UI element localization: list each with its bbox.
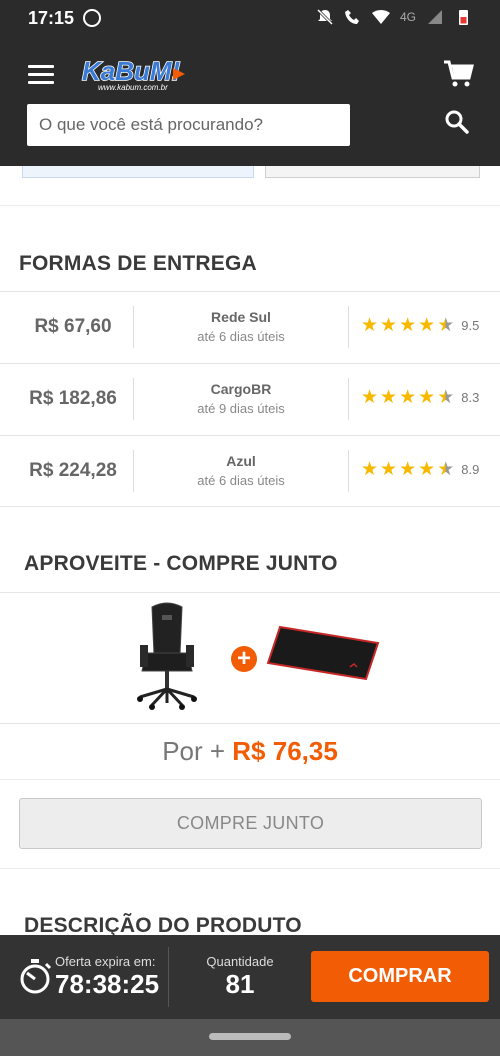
signal-icon	[428, 10, 442, 24]
rating-stars: ★ ★ ★ ★ ★ 8.9	[361, 460, 479, 479]
home-gesture-pill[interactable]	[209, 1033, 291, 1040]
system-nav-bar	[0, 1019, 500, 1056]
half-star-icon: ★	[437, 315, 455, 336]
half-star-icon: ★	[437, 387, 455, 408]
delivery-option[interactable]: R$ 182,86 CargoBR até 9 dias úteis ★ ★ ★ ★ ★…	[0, 363, 500, 435]
status-icons: 4G	[316, 8, 472, 26]
combo-title: APROVEITE - COMPRE JUNTO	[24, 552, 338, 575]
mousepad-image[interactable]	[266, 623, 381, 683]
previous-section-remnant	[0, 166, 500, 206]
previous-button-remnant[interactable]	[22, 166, 254, 178]
timer-value: 78:38:25	[55, 969, 160, 999]
star-icon: ★	[380, 459, 398, 480]
star-icon: ★	[399, 459, 417, 480]
half-star-icon: ★	[437, 459, 455, 480]
rating-stars: ★ ★ ★ ★ ★ 9.5	[361, 316, 479, 335]
delivery-days: até 6 dias úteis	[197, 473, 285, 488]
buy-button[interactable]: COMPRAR	[311, 951, 489, 1002]
star-icon: ★	[418, 387, 436, 408]
battery-icon	[459, 10, 468, 25]
combo-price-value: R$ 76,35	[232, 736, 338, 766]
star-icon: ★	[399, 315, 417, 336]
delivery-title: FORMAS DE ENTREGA	[19, 252, 257, 275]
svg-text:www.kabum.com.br: www.kabum.com.br	[98, 83, 168, 92]
search-icon[interactable]	[444, 109, 470, 135]
bell-off-icon	[316, 8, 334, 26]
search-input[interactable]: O que você está procurando?	[27, 104, 350, 146]
delivery-price: R$ 182,86	[29, 388, 117, 409]
previous-button-remnant-2[interactable]	[265, 166, 480, 178]
call-icon	[344, 10, 359, 24]
quantity-value: 81	[225, 969, 255, 999]
delivery-option[interactable]: R$ 67,60 Rede Sul até 6 dias úteis ★ ★ ★ ★ ★…	[0, 291, 500, 363]
star-icon: ★	[361, 459, 379, 480]
status-bar: 17:15 4G	[0, 0, 500, 38]
star-icon: ★	[418, 315, 436, 336]
plus-icon: +	[231, 646, 257, 672]
gaming-chair-image[interactable]	[132, 601, 202, 711]
network-label: 4G	[399, 10, 416, 24]
whatsapp-icon	[83, 9, 101, 27]
rating-score: 8.9	[461, 462, 480, 477]
delivery-carrier: CargoBR	[210, 381, 272, 397]
status-time: 17:15	[28, 8, 75, 28]
svg-text:KaBuM!: KaBuM!	[82, 56, 181, 86]
delivery-price: R$ 67,60	[34, 316, 112, 337]
rating-score: 9.5	[461, 318, 480, 333]
star-icon: ★	[361, 315, 379, 336]
rating-score: 8.3	[461, 390, 480, 405]
buy-together-button[interactable]: COMPRE JUNTO	[19, 798, 482, 849]
delivery-options: R$ 67,60 Rede Sul até 6 dias úteis ★ ★ ★ ★ ★…	[0, 291, 500, 507]
divider	[0, 868, 500, 869]
star-icon: ★	[399, 387, 417, 408]
delivery-carrier: Azul	[226, 453, 256, 469]
combo-price-prefix: Por +	[162, 736, 233, 766]
hamburger-menu-icon[interactable]	[28, 65, 54, 85]
quantity-label: Quantidade	[206, 954, 274, 969]
purchase-footer: Oferta expira em: 78:38:25 Quantidade 81…	[0, 935, 500, 1019]
kabum-logo[interactable]: KaBuM! www.kabum.com.br	[80, 54, 190, 94]
delivery-price: R$ 224,28	[29, 460, 117, 481]
delivery-carrier: Rede Sul	[211, 309, 271, 325]
star-icon: ★	[361, 387, 379, 408]
star-icon: ★	[418, 459, 436, 480]
delivery-days: até 6 dias úteis	[197, 329, 285, 344]
delivery-days: até 9 dias úteis	[197, 401, 285, 416]
delivery-option[interactable]: R$ 224,28 Azul até 6 dias úteis ★ ★ ★ ★ ★ 8.…	[0, 435, 500, 507]
timer-label: Oferta expira em:	[55, 954, 156, 969]
star-icon: ★	[380, 315, 398, 336]
combo-price: Por + R$ 76,35	[0, 724, 500, 780]
wifi-icon	[371, 10, 390, 24]
rating-stars: ★ ★ ★ ★ ★ 8.3	[361, 388, 479, 407]
app-header: KaBuM! www.kabum.com.br O que você está …	[0, 38, 500, 166]
stopwatch-icon	[20, 959, 52, 994]
shopping-cart-icon[interactable]	[442, 58, 474, 90]
star-icon: ★	[380, 387, 398, 408]
combo-products: +	[0, 592, 500, 724]
